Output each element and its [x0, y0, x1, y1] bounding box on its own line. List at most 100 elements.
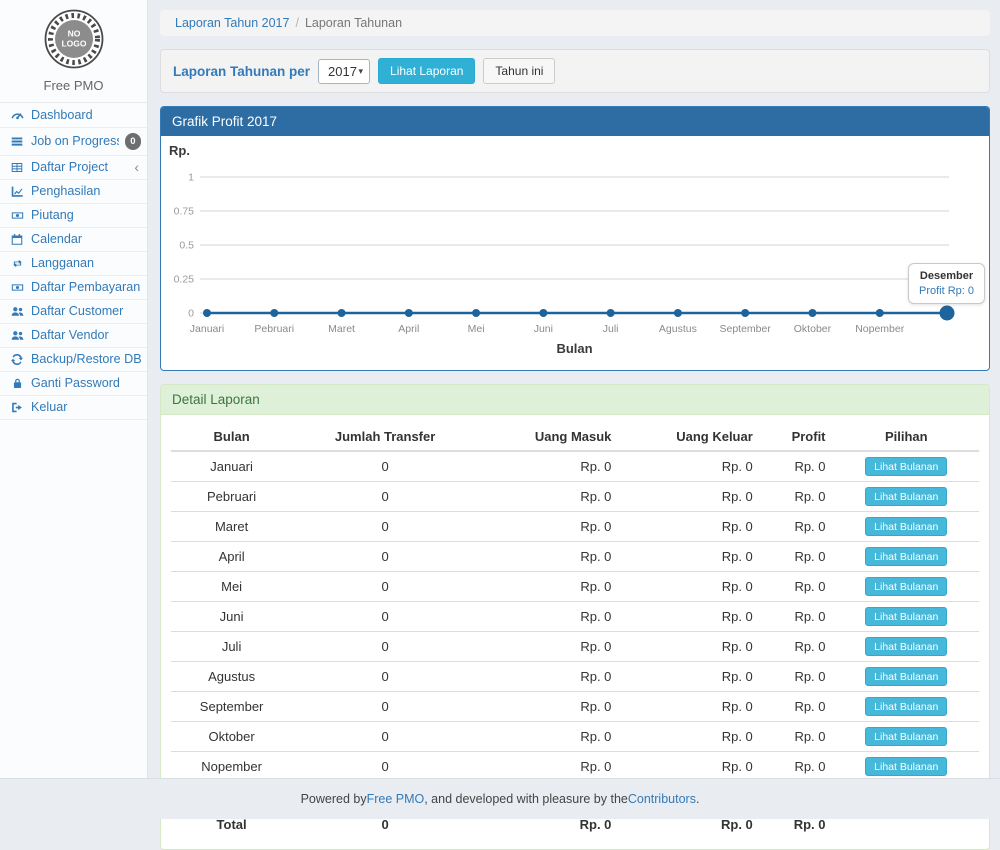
x-tick-label: September — [719, 323, 771, 335]
tooltip-value: Profit Rp: 0 — [919, 285, 974, 297]
year-select[interactable]: 2017 ▾ — [318, 59, 370, 84]
sidebar-item-daftar-pembayaran[interactable]: Daftar Pembayaran — [0, 276, 147, 300]
cell-profit: Rp. 0 — [761, 602, 834, 632]
lihat-bulanan-button[interactable]: Lihat Bulanan — [865, 667, 947, 686]
svg-text:NO: NO — [67, 29, 80, 39]
y-tick-label: 0.75 — [174, 206, 195, 218]
caret-down-icon: ▾ — [358, 66, 363, 77]
table-icon — [9, 161, 25, 174]
data-point[interactable] — [472, 309, 480, 317]
free-pmo-link[interactable]: Free PMO — [367, 792, 425, 806]
sidebar-item-job-on-progress[interactable]: Job on Progress0 — [0, 128, 147, 156]
data-point[interactable] — [539, 309, 547, 317]
cell-uang-masuk: Rp. 0 — [478, 512, 619, 542]
sidebar-header: NO LOGO Free PMO — [0, 0, 147, 103]
cell-pilihan: Lihat Bulanan — [834, 451, 979, 482]
x-tick-label: April — [398, 323, 419, 335]
lihat-bulanan-button[interactable]: Lihat Bulanan — [865, 487, 947, 506]
sidebar-item-ganti-password[interactable]: Ganti Password — [0, 372, 147, 396]
lihat-bulanan-button[interactable]: Lihat Bulanan — [865, 577, 947, 596]
money-icon — [9, 281, 25, 294]
cell-bulan: Januari — [171, 451, 292, 482]
sidebar-item-label: Calendar — [31, 233, 141, 246]
sidebar-item-langganan[interactable]: Langganan — [0, 252, 147, 276]
sidebar-item-backup-restore-db[interactable]: Backup/Restore DB — [0, 348, 147, 372]
data-point[interactable] — [405, 309, 413, 317]
cell-uang-keluar: Rp. 0 — [619, 512, 760, 542]
cell-uang-masuk: Rp. 0 — [478, 692, 619, 722]
data-point[interactable] — [808, 309, 816, 317]
y-tick-label: 0 — [188, 308, 194, 320]
contributors-link[interactable]: Contributors — [628, 792, 696, 806]
cell-pilihan: Lihat Bulanan — [834, 572, 979, 602]
x-tick-label: Juni — [534, 323, 553, 335]
cell-profit: Rp. 0 — [761, 512, 834, 542]
cell-jumlah-transfer: 0 — [292, 572, 478, 602]
cell-pilihan: Lihat Bulanan — [834, 632, 979, 662]
data-point[interactable] — [674, 309, 682, 317]
sidebar-item-dashboard[interactable]: Dashboard — [0, 103, 147, 128]
tasks-icon — [9, 135, 25, 148]
data-point[interactable] — [607, 309, 615, 317]
cell-uang-masuk: Rp. 0 — [478, 722, 619, 752]
data-point[interactable] — [270, 309, 278, 317]
cell-bulan: September — [171, 692, 292, 722]
table-row: Agustus0Rp. 0Rp. 0Rp. 0Lihat Bulanan — [171, 662, 979, 692]
sidebar-item-daftar-vendor[interactable]: Daftar Vendor — [0, 324, 147, 348]
sidebar-item-calendar[interactable]: Calendar — [0, 228, 147, 252]
col-header: Jumlah Transfer — [292, 423, 478, 451]
sidebar-item-penghasilan[interactable]: Penghasilan — [0, 180, 147, 204]
lihat-bulanan-button[interactable]: Lihat Bulanan — [865, 457, 947, 476]
cell-jumlah-transfer: 0 — [292, 662, 478, 692]
lihat-bulanan-button[interactable]: Lihat Bulanan — [865, 697, 947, 716]
breadcrumb-link[interactable]: Laporan Tahun 2017 — [175, 16, 289, 30]
sidebar-item-label: Daftar Project — [31, 161, 128, 174]
cell-pilihan: Lihat Bulanan — [834, 722, 979, 752]
sidebar-item-label: Ganti Password — [31, 377, 141, 390]
cell-uang-masuk: Rp. 0 — [478, 482, 619, 512]
cell-uang-keluar: Rp. 0 — [619, 572, 760, 602]
x-axis-title: Bulan — [556, 341, 592, 356]
lihat-bulanan-button[interactable]: Lihat Bulanan — [865, 637, 947, 656]
cell-pilihan: Lihat Bulanan — [834, 662, 979, 692]
retweet-icon — [9, 257, 25, 270]
sidebar-item-keluar[interactable]: Keluar — [0, 396, 147, 420]
data-point[interactable] — [203, 309, 211, 317]
users-icon — [9, 329, 25, 342]
y-axis-title: Rp. — [169, 143, 190, 158]
sidebar-item-piutang[interactable]: Piutang — [0, 204, 147, 228]
profit-chart-panel: Grafik Profit 2017 10.750.50.250Rp.Janua… — [160, 106, 990, 371]
cell-pilihan: Lihat Bulanan — [834, 692, 979, 722]
lihat-bulanan-button[interactable]: Lihat Bulanan — [865, 547, 947, 566]
line-chart-icon — [9, 185, 25, 198]
lihat-bulanan-button[interactable]: Lihat Bulanan — [865, 517, 947, 536]
lihat-bulanan-button[interactable]: Lihat Bulanan — [865, 607, 947, 626]
cell-bulan: Agustus — [171, 662, 292, 692]
lihat-bulanan-button[interactable]: Lihat Bulanan — [865, 757, 947, 776]
footer-text: Powered by — [301, 792, 367, 806]
cell-uang-keluar: Rp. 0 — [619, 542, 760, 572]
cell-uang-keluar: Rp. 0 — [619, 602, 760, 632]
lihat-bulanan-button[interactable]: Lihat Bulanan — [865, 727, 947, 746]
cell-jumlah-transfer: 0 — [292, 692, 478, 722]
tahun-ini-button[interactable]: Tahun ini — [483, 58, 555, 84]
lihat-laporan-button[interactable]: Lihat Laporan — [378, 58, 475, 84]
brand-name: Free PMO — [0, 78, 147, 93]
data-point[interactable] — [338, 309, 346, 317]
cell-profit: Rp. 0 — [761, 572, 834, 602]
sidebar-item-label: Langganan — [31, 257, 141, 270]
footer-text: . — [696, 792, 699, 806]
report-filter-bar: Laporan Tahunan per 2017 ▾ Lihat Laporan… — [160, 49, 990, 93]
cell-jumlah-transfer: 0 — [292, 542, 478, 572]
footer-text: , and developed with pleasure by the — [424, 792, 628, 806]
data-point[interactable] — [876, 309, 884, 317]
sidebar-item-daftar-project[interactable]: Daftar Project‹ — [0, 156, 147, 180]
data-point[interactable] — [741, 309, 749, 317]
profit-chart: 10.750.50.250Rp.JanuariPebruariMaretApri… — [161, 136, 989, 370]
data-point[interactable] — [940, 306, 955, 321]
chart-tooltip: Desember Profit Rp: 0 — [908, 263, 985, 304]
x-tick-label: Pebruari — [254, 323, 294, 335]
sidebar-menu: DashboardJob on Progress0Daftar Project‹… — [0, 103, 147, 420]
sidebar-item-daftar-customer[interactable]: Daftar Customer — [0, 300, 147, 324]
cell-profit: Rp. 0 — [761, 752, 834, 782]
